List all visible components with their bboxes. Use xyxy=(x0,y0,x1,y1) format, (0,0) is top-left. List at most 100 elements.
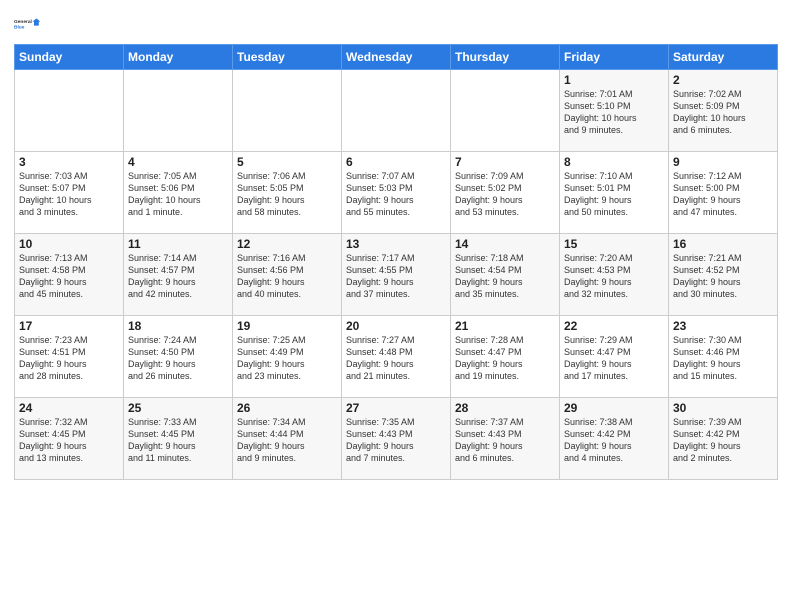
day-number: 20 xyxy=(346,319,446,333)
weekday-header-wednesday: Wednesday xyxy=(342,45,451,70)
day-number: 8 xyxy=(564,155,664,169)
day-info: Sunrise: 7:32 AM Sunset: 4:45 PM Dayligh… xyxy=(19,416,119,465)
day-cell: 9Sunrise: 7:12 AM Sunset: 5:00 PM Daylig… xyxy=(669,152,778,234)
day-info: Sunrise: 7:29 AM Sunset: 4:47 PM Dayligh… xyxy=(564,334,664,383)
day-cell: 15Sunrise: 7:20 AM Sunset: 4:53 PM Dayli… xyxy=(560,234,669,316)
calendar-table: SundayMondayTuesdayWednesdayThursdayFrid… xyxy=(14,44,778,480)
day-info: Sunrise: 7:17 AM Sunset: 4:55 PM Dayligh… xyxy=(346,252,446,301)
logo-icon: General Blue xyxy=(14,10,42,38)
day-number: 17 xyxy=(19,319,119,333)
day-cell: 25Sunrise: 7:33 AM Sunset: 4:45 PM Dayli… xyxy=(124,398,233,480)
day-cell xyxy=(451,70,560,152)
day-cell: 27Sunrise: 7:35 AM Sunset: 4:43 PM Dayli… xyxy=(342,398,451,480)
day-cell: 16Sunrise: 7:21 AM Sunset: 4:52 PM Dayli… xyxy=(669,234,778,316)
day-info: Sunrise: 7:20 AM Sunset: 4:53 PM Dayligh… xyxy=(564,252,664,301)
day-number: 4 xyxy=(128,155,228,169)
day-cell: 28Sunrise: 7:37 AM Sunset: 4:43 PM Dayli… xyxy=(451,398,560,480)
day-number: 14 xyxy=(455,237,555,251)
day-cell xyxy=(15,70,124,152)
day-info: Sunrise: 7:03 AM Sunset: 5:07 PM Dayligh… xyxy=(19,170,119,219)
day-info: Sunrise: 7:02 AM Sunset: 5:09 PM Dayligh… xyxy=(673,88,773,137)
day-info: Sunrise: 7:27 AM Sunset: 4:48 PM Dayligh… xyxy=(346,334,446,383)
day-cell: 6Sunrise: 7:07 AM Sunset: 5:03 PM Daylig… xyxy=(342,152,451,234)
day-cell: 19Sunrise: 7:25 AM Sunset: 4:49 PM Dayli… xyxy=(233,316,342,398)
day-number: 2 xyxy=(673,73,773,87)
day-cell: 21Sunrise: 7:28 AM Sunset: 4:47 PM Dayli… xyxy=(451,316,560,398)
day-info: Sunrise: 7:21 AM Sunset: 4:52 PM Dayligh… xyxy=(673,252,773,301)
day-number: 3 xyxy=(19,155,119,169)
day-cell: 29Sunrise: 7:38 AM Sunset: 4:42 PM Dayli… xyxy=(560,398,669,480)
week-row-1: 1Sunrise: 7:01 AM Sunset: 5:10 PM Daylig… xyxy=(15,70,778,152)
day-info: Sunrise: 7:30 AM Sunset: 4:46 PM Dayligh… xyxy=(673,334,773,383)
day-info: Sunrise: 7:28 AM Sunset: 4:47 PM Dayligh… xyxy=(455,334,555,383)
day-number: 6 xyxy=(346,155,446,169)
day-info: Sunrise: 7:18 AM Sunset: 4:54 PM Dayligh… xyxy=(455,252,555,301)
weekday-header-tuesday: Tuesday xyxy=(233,45,342,70)
day-info: Sunrise: 7:05 AM Sunset: 5:06 PM Dayligh… xyxy=(128,170,228,219)
day-info: Sunrise: 7:33 AM Sunset: 4:45 PM Dayligh… xyxy=(128,416,228,465)
day-info: Sunrise: 7:34 AM Sunset: 4:44 PM Dayligh… xyxy=(237,416,337,465)
day-info: Sunrise: 7:09 AM Sunset: 5:02 PM Dayligh… xyxy=(455,170,555,219)
week-row-3: 10Sunrise: 7:13 AM Sunset: 4:58 PM Dayli… xyxy=(15,234,778,316)
day-number: 5 xyxy=(237,155,337,169)
week-row-5: 24Sunrise: 7:32 AM Sunset: 4:45 PM Dayli… xyxy=(15,398,778,480)
day-number: 11 xyxy=(128,237,228,251)
day-cell: 14Sunrise: 7:18 AM Sunset: 4:54 PM Dayli… xyxy=(451,234,560,316)
day-info: Sunrise: 7:25 AM Sunset: 4:49 PM Dayligh… xyxy=(237,334,337,383)
weekday-header-saturday: Saturday xyxy=(669,45,778,70)
weekday-header-row: SundayMondayTuesdayWednesdayThursdayFrid… xyxy=(15,45,778,70)
weekday-header-friday: Friday xyxy=(560,45,669,70)
day-number: 25 xyxy=(128,401,228,415)
day-info: Sunrise: 7:16 AM Sunset: 4:56 PM Dayligh… xyxy=(237,252,337,301)
week-row-4: 17Sunrise: 7:23 AM Sunset: 4:51 PM Dayli… xyxy=(15,316,778,398)
day-number: 15 xyxy=(564,237,664,251)
day-number: 30 xyxy=(673,401,773,415)
day-cell: 11Sunrise: 7:14 AM Sunset: 4:57 PM Dayli… xyxy=(124,234,233,316)
day-info: Sunrise: 7:13 AM Sunset: 4:58 PM Dayligh… xyxy=(19,252,119,301)
day-cell xyxy=(342,70,451,152)
svg-text:Blue: Blue xyxy=(14,24,25,30)
day-number: 10 xyxy=(19,237,119,251)
day-info: Sunrise: 7:23 AM Sunset: 4:51 PM Dayligh… xyxy=(19,334,119,383)
day-number: 16 xyxy=(673,237,773,251)
day-number: 27 xyxy=(346,401,446,415)
day-cell: 8Sunrise: 7:10 AM Sunset: 5:01 PM Daylig… xyxy=(560,152,669,234)
day-cell: 4Sunrise: 7:05 AM Sunset: 5:06 PM Daylig… xyxy=(124,152,233,234)
day-cell: 2Sunrise: 7:02 AM Sunset: 5:09 PM Daylig… xyxy=(669,70,778,152)
day-info: Sunrise: 7:12 AM Sunset: 5:00 PM Dayligh… xyxy=(673,170,773,219)
day-info: Sunrise: 7:37 AM Sunset: 4:43 PM Dayligh… xyxy=(455,416,555,465)
page-container: General Blue SundayMondayTuesdayWednesda… xyxy=(0,0,792,486)
svg-text:General: General xyxy=(14,19,32,25)
day-cell: 17Sunrise: 7:23 AM Sunset: 4:51 PM Dayli… xyxy=(15,316,124,398)
day-number: 19 xyxy=(237,319,337,333)
day-info: Sunrise: 7:10 AM Sunset: 5:01 PM Dayligh… xyxy=(564,170,664,219)
day-cell: 10Sunrise: 7:13 AM Sunset: 4:58 PM Dayli… xyxy=(15,234,124,316)
day-cell: 23Sunrise: 7:30 AM Sunset: 4:46 PM Dayli… xyxy=(669,316,778,398)
day-number: 22 xyxy=(564,319,664,333)
day-number: 9 xyxy=(673,155,773,169)
day-number: 23 xyxy=(673,319,773,333)
day-number: 26 xyxy=(237,401,337,415)
day-number: 12 xyxy=(237,237,337,251)
day-number: 24 xyxy=(19,401,119,415)
day-info: Sunrise: 7:07 AM Sunset: 5:03 PM Dayligh… xyxy=(346,170,446,219)
day-cell: 26Sunrise: 7:34 AM Sunset: 4:44 PM Dayli… xyxy=(233,398,342,480)
day-cell: 13Sunrise: 7:17 AM Sunset: 4:55 PM Dayli… xyxy=(342,234,451,316)
day-number: 29 xyxy=(564,401,664,415)
day-info: Sunrise: 7:06 AM Sunset: 5:05 PM Dayligh… xyxy=(237,170,337,219)
day-cell: 20Sunrise: 7:27 AM Sunset: 4:48 PM Dayli… xyxy=(342,316,451,398)
day-number: 7 xyxy=(455,155,555,169)
page-header: General Blue xyxy=(14,10,778,38)
day-cell xyxy=(233,70,342,152)
day-cell: 5Sunrise: 7:06 AM Sunset: 5:05 PM Daylig… xyxy=(233,152,342,234)
day-number: 1 xyxy=(564,73,664,87)
day-cell: 12Sunrise: 7:16 AM Sunset: 4:56 PM Dayli… xyxy=(233,234,342,316)
day-info: Sunrise: 7:35 AM Sunset: 4:43 PM Dayligh… xyxy=(346,416,446,465)
day-number: 28 xyxy=(455,401,555,415)
day-number: 21 xyxy=(455,319,555,333)
logo: General Blue xyxy=(14,10,42,38)
day-cell: 3Sunrise: 7:03 AM Sunset: 5:07 PM Daylig… xyxy=(15,152,124,234)
day-number: 13 xyxy=(346,237,446,251)
weekday-header-thursday: Thursday xyxy=(451,45,560,70)
day-cell: 7Sunrise: 7:09 AM Sunset: 5:02 PM Daylig… xyxy=(451,152,560,234)
